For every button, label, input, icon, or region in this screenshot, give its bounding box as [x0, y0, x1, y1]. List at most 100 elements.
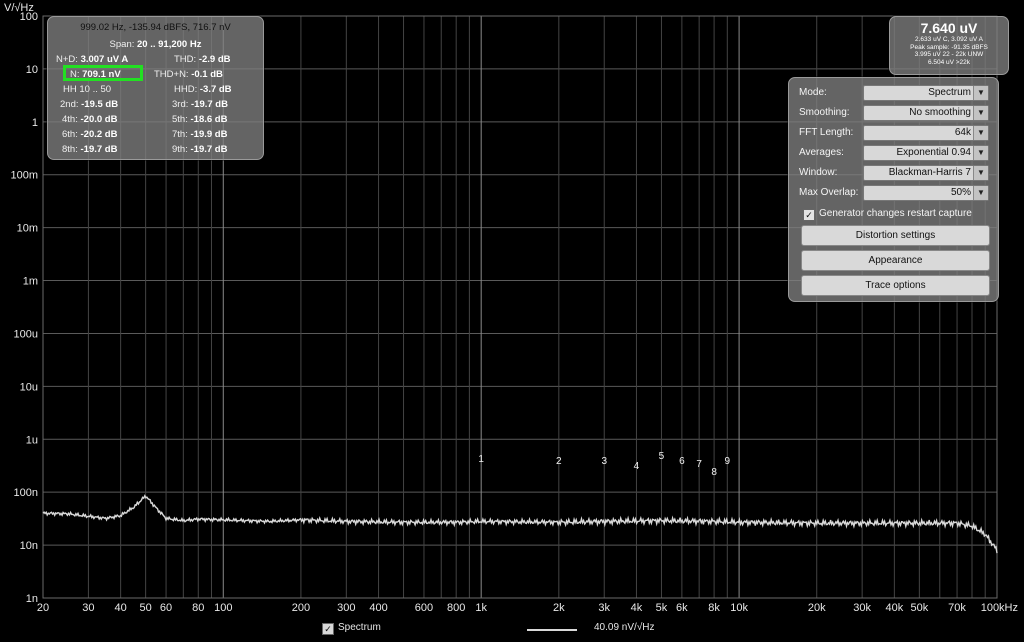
x-tick-label: 10k: [730, 602, 748, 614]
h5-value: -18.6 dB: [190, 114, 228, 125]
readout-h7: 7th: -19.9 dB: [172, 129, 227, 140]
chevron-down-icon: ▼: [973, 106, 988, 120]
trace-options-button[interactable]: Trace options: [801, 275, 990, 296]
y-tick-label: 1u: [26, 434, 38, 446]
fft-length-select[interactable]: 64k ▼: [863, 125, 989, 141]
x-tick-label: 200: [292, 602, 310, 614]
readout-hhd: HHD: -3.7 dB: [174, 84, 232, 95]
harmonic-label: 9: [725, 456, 731, 467]
fft-length-row: FFT Length: 64k ▼: [799, 125, 989, 141]
nd-value: 3.007 uV A: [80, 54, 129, 65]
x-tick-label: 60: [160, 602, 172, 614]
x-tick-label: 800: [447, 602, 465, 614]
mode-label: Mode:: [799, 87, 827, 98]
harmonic-label: 4: [634, 461, 640, 472]
readout-h2: 2nd: -19.5 dB: [60, 99, 118, 110]
h6-value: -20.2 dB: [80, 129, 118, 140]
thd-value: -2.9 dB: [198, 54, 231, 65]
x-tick-label: 50k: [910, 602, 928, 614]
fft-length-label: FFT Length:: [799, 127, 854, 138]
y-tick-label: 100m: [10, 170, 38, 182]
averages-select[interactable]: Exponential 0.94 ▼: [863, 145, 989, 161]
h9-value: -19.7 dB: [190, 144, 228, 155]
h3-value: -19.7 dB: [191, 99, 228, 110]
hh-label: HH 10 .. 50: [63, 84, 112, 95]
x-tick-label: 20: [37, 602, 49, 614]
y-axis-labels: 100101100m10m1m100u10u1u100n10n1n: [10, 11, 38, 605]
readout-thdn: THD+N: -0.1 dB: [154, 69, 223, 80]
averages-label: Averages:: [799, 147, 844, 158]
window-row: Window: Blackman-Harris 7 ▼: [799, 165, 989, 181]
h9-label: 9th:: [172, 144, 188, 155]
readout-nd: N+D: 3.007 uV A: [56, 54, 128, 65]
y-tick-label: 100n: [14, 487, 38, 499]
readout-h4: 4th: -20.0 dB: [62, 114, 117, 125]
x-tick-label: 70k: [948, 602, 966, 614]
checkmark-icon: ✓: [803, 209, 815, 221]
thd-label: THD:: [174, 54, 197, 65]
x-tick-label: 40: [115, 602, 127, 614]
level-detail-4: 6.504 uV >22k: [927, 58, 971, 66]
h5-label: 5th:: [172, 114, 188, 125]
y-tick-label: 100u: [14, 328, 38, 340]
y-tick-label: 10u: [20, 381, 38, 393]
h7-label: 7th:: [172, 129, 188, 140]
averages-row: Averages: Exponential 0.94 ▼: [799, 145, 989, 161]
harmonic-label: 1: [478, 454, 484, 465]
y-tick-label: 1: [32, 117, 38, 129]
readout-thd: THD: -2.9 dB: [174, 54, 231, 65]
x-tick-label: 30k: [853, 602, 871, 614]
max-overlap-row: Max Overlap: 50% ▼: [799, 185, 989, 201]
legend-line-swatch: [527, 629, 577, 631]
thdn-value: -0.1 dB: [191, 69, 223, 80]
appearance-button[interactable]: Appearance: [801, 250, 990, 271]
h8-value: -19.7 dB: [80, 144, 118, 155]
harmonic-label: 6: [679, 456, 685, 467]
hhd-label: HHD:: [174, 84, 198, 95]
chevron-down-icon: ▼: [973, 186, 988, 200]
span-label: Span:: [109, 39, 135, 50]
spectrum-trace-checkbox[interactable]: ✓ Spectrum: [322, 622, 381, 635]
checkmark-icon: ✓: [322, 623, 334, 635]
n-highlight-box: [63, 65, 143, 81]
y-tick-label: 10: [26, 64, 38, 76]
smoothing-label: Smoothing:: [799, 107, 850, 118]
chevron-down-icon: ▼: [973, 86, 988, 100]
mode-row: Mode: Spectrum ▼: [799, 85, 989, 101]
x-tick-label: 40k: [885, 602, 903, 614]
span-value: 20 .. 91,200 Hz: [137, 39, 202, 50]
x-tick-label: 4k: [631, 602, 643, 614]
x-tick-label: 30: [82, 602, 94, 614]
level-detail-1: 2.633 uV C, 3.092 uV A: [915, 36, 983, 43]
harmonic-label: 2: [556, 456, 562, 467]
distortion-settings-button[interactable]: Distortion settings: [801, 225, 990, 246]
y-tick-label: 1m: [23, 276, 38, 288]
readout-h6: 6th: -20.2 dB: [62, 129, 117, 140]
readout-header: 999.02 Hz, -135.94 dBFS, 716.7 nV: [80, 22, 231, 33]
legend-cursor-value: 40.09 nV/√Hz: [594, 622, 655, 633]
hhd-value: -3.7 dB: [199, 84, 232, 95]
chevron-down-icon: ▼: [973, 126, 988, 140]
max-overlap-label: Max Overlap:: [799, 187, 859, 198]
h6-label: 6th:: [62, 129, 78, 140]
x-tick-label: 100kHz: [981, 602, 1018, 614]
x-tick-label: 20k: [808, 602, 826, 614]
spectrum-trace-label: Spectrum: [338, 622, 381, 633]
thdn-label: THD+N:: [154, 69, 189, 80]
h8-label: 8th:: [62, 144, 78, 155]
y-axis-unit: V/√Hz: [4, 2, 34, 14]
level-detail-2: Peak sample: -91.35 dBFS: [910, 43, 988, 51]
harmonic-label: 8: [711, 467, 717, 478]
x-tick-label: 600: [415, 602, 433, 614]
smoothing-select[interactable]: No smoothing ▼: [863, 105, 989, 121]
readout-h3: 3rd: -19.7 dB: [172, 99, 228, 110]
x-tick-label: 1k: [475, 602, 487, 614]
readout-h5: 5th: -18.6 dB: [172, 114, 227, 125]
x-tick-label: 6k: [676, 602, 688, 614]
window-select[interactable]: Blackman-Harris 7 ▼: [863, 165, 989, 181]
mode-select[interactable]: Spectrum ▼: [863, 85, 989, 101]
x-tick-label: 300: [337, 602, 355, 614]
harmonic-label: 3: [601, 456, 607, 467]
generator-restart-checkbox[interactable]: ✓ Generator changes restart capture: [803, 208, 983, 222]
max-overlap-select[interactable]: 50% ▼: [863, 185, 989, 201]
